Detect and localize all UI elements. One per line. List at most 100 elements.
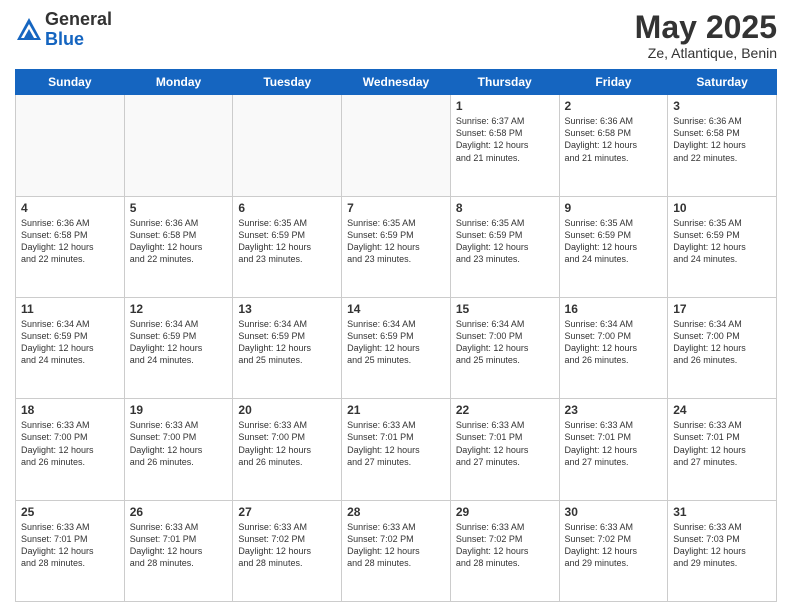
day-info: Sunrise: 6:33 AM Sunset: 7:02 PM Dayligh…	[456, 521, 554, 570]
day-number: 14	[347, 302, 445, 316]
day-number: 21	[347, 403, 445, 417]
calendar-cell	[342, 95, 451, 196]
day-number: 16	[565, 302, 663, 316]
day-number: 3	[673, 99, 771, 113]
day-number: 15	[456, 302, 554, 316]
calendar-cell: 20Sunrise: 6:33 AM Sunset: 7:00 PM Dayli…	[233, 399, 342, 500]
day-info: Sunrise: 6:33 AM Sunset: 7:00 PM Dayligh…	[238, 419, 336, 468]
day-number: 25	[21, 505, 119, 519]
day-number: 5	[130, 201, 228, 215]
day-info: Sunrise: 6:34 AM Sunset: 7:00 PM Dayligh…	[565, 318, 663, 367]
calendar-cell: 12 Sunrise: 6:34 AM Sunset: 6:59 PM Dayli…	[124, 297, 233, 398]
calendar-cell: 7Sunrise: 6:35 AM Sunset: 6:59 PM Daylig…	[342, 196, 451, 297]
day-info: Sunrise: 6:36 AM Sunset: 6:58 PM Dayligh…	[673, 115, 771, 164]
logo: General Blue	[15, 10, 112, 50]
day-info: Sunrise: 6:33 AM Sunset: 7:01 PM Dayligh…	[565, 419, 663, 468]
day-info: Sunrise: 6:34 AM Sunset: 6:59 PM Dayligh…	[347, 318, 445, 367]
calendar-header: SundayMondayTuesdayWednesdayThursdayFrid…	[16, 70, 777, 95]
header-row: SundayMondayTuesdayWednesdayThursdayFrid…	[16, 70, 777, 95]
day-number: 26	[130, 505, 228, 519]
day-info: Sunrise: 6:35 AM Sunset: 6:59 PM Dayligh…	[565, 217, 663, 266]
day-number: 27	[238, 505, 336, 519]
calendar-cell: 24 Sunrise: 6:33 AM Sunset: 7:01 PM Dayli…	[668, 399, 777, 500]
day-of-week-header: Tuesday	[233, 70, 342, 95]
page: General Blue May 2025 Ze, Atlantique, Be…	[0, 0, 792, 612]
day-of-week-header: Monday	[124, 70, 233, 95]
day-number: 8	[456, 201, 554, 215]
calendar-cell	[16, 95, 125, 196]
day-info: Sunrise: 6:34 AM Sunset: 7:00 PM Dayligh…	[673, 318, 771, 367]
day-of-week-header: Sunday	[16, 70, 125, 95]
day-info: Sunrise: 6:34 AM Sunset: 7:00 PM Dayligh…	[456, 318, 554, 367]
day-number: 11	[21, 302, 119, 316]
calendar-cell: 9 Sunrise: 6:35 AM Sunset: 6:59 PM Daylig…	[559, 196, 668, 297]
day-info: Sunrise: 6:36 AM Sunset: 6:58 PM Dayligh…	[130, 217, 228, 266]
calendar-cell: 26 Sunrise: 6:33 AM Sunset: 7:01 PM Dayli…	[124, 500, 233, 601]
day-info: Sunrise: 6:33 AM Sunset: 7:02 PM Dayligh…	[238, 521, 336, 570]
calendar-cell: 11Sunrise: 6:34 AM Sunset: 6:59 PM Dayli…	[16, 297, 125, 398]
day-number: 9	[565, 201, 663, 215]
day-info: Sunrise: 6:36 AM Sunset: 6:58 PM Dayligh…	[21, 217, 119, 266]
day-of-week-header: Thursday	[450, 70, 559, 95]
day-number: 13	[238, 302, 336, 316]
title-block: May 2025 Ze, Atlantique, Benin	[635, 10, 777, 61]
day-number: 10	[673, 201, 771, 215]
calendar-week-row: 25 Sunrise: 6:33 AM Sunset: 7:01 PM Dayli…	[16, 500, 777, 601]
day-number: 17	[673, 302, 771, 316]
day-number: 30	[565, 505, 663, 519]
logo-blue: Blue	[45, 29, 84, 49]
day-info: Sunrise: 6:37 AM Sunset: 6:58 PM Dayligh…	[456, 115, 554, 164]
calendar-cell: 5 Sunrise: 6:36 AM Sunset: 6:58 PM Daylig…	[124, 196, 233, 297]
calendar-cell: 13 Sunrise: 6:34 AM Sunset: 6:59 PM Dayli…	[233, 297, 342, 398]
day-info: Sunrise: 6:33 AM Sunset: 7:02 PM Dayligh…	[347, 521, 445, 570]
day-number: 6	[238, 201, 336, 215]
day-number: 31	[673, 505, 771, 519]
calendar-cell: 23 Sunrise: 6:33 AM Sunset: 7:01 PM Dayli…	[559, 399, 668, 500]
calendar-cell: 31Sunrise: 6:33 AM Sunset: 7:03 PM Dayli…	[668, 500, 777, 601]
day-info: Sunrise: 6:34 AM Sunset: 6:59 PM Dayligh…	[238, 318, 336, 367]
calendar-cell: 6Sunrise: 6:35 AM Sunset: 6:59 PM Daylig…	[233, 196, 342, 297]
day-info: Sunrise: 6:35 AM Sunset: 6:59 PM Dayligh…	[456, 217, 554, 266]
calendar-cell: 28 Sunrise: 6:33 AM Sunset: 7:02 PM Dayli…	[342, 500, 451, 601]
logo-general: General	[45, 9, 112, 29]
day-info: Sunrise: 6:33 AM Sunset: 7:01 PM Dayligh…	[673, 419, 771, 468]
calendar-cell: 3 Sunrise: 6:36 AM Sunset: 6:58 PM Daylig…	[668, 95, 777, 196]
calendar-cell: 17 Sunrise: 6:34 AM Sunset: 7:00 PM Dayli…	[668, 297, 777, 398]
calendar-week-row: 18Sunrise: 6:33 AM Sunset: 7:00 PM Dayli…	[16, 399, 777, 500]
day-info: Sunrise: 6:33 AM Sunset: 7:02 PM Dayligh…	[565, 521, 663, 570]
day-info: Sunrise: 6:33 AM Sunset: 7:00 PM Dayligh…	[21, 419, 119, 468]
calendar-cell	[124, 95, 233, 196]
day-number: 28	[347, 505, 445, 519]
day-number: 12	[130, 302, 228, 316]
calendar-cell	[233, 95, 342, 196]
calendar-cell: 21Sunrise: 6:33 AM Sunset: 7:01 PM Dayli…	[342, 399, 451, 500]
day-number: 24	[673, 403, 771, 417]
logo-icon	[15, 16, 43, 44]
month-title: May 2025	[635, 10, 777, 45]
day-number: 23	[565, 403, 663, 417]
calendar-cell: 8 Sunrise: 6:35 AM Sunset: 6:59 PM Daylig…	[450, 196, 559, 297]
location: Ze, Atlantique, Benin	[635, 45, 777, 61]
day-number: 7	[347, 201, 445, 215]
day-info: Sunrise: 6:33 AM Sunset: 7:00 PM Dayligh…	[130, 419, 228, 468]
day-of-week-header: Saturday	[668, 70, 777, 95]
day-info: Sunrise: 6:35 AM Sunset: 6:59 PM Dayligh…	[673, 217, 771, 266]
day-of-week-header: Wednesday	[342, 70, 451, 95]
calendar-cell: 2Sunrise: 6:36 AM Sunset: 6:58 PM Daylig…	[559, 95, 668, 196]
calendar-cell: 10 Sunrise: 6:35 AM Sunset: 6:59 PM Dayli…	[668, 196, 777, 297]
day-info: Sunrise: 6:33 AM Sunset: 7:01 PM Dayligh…	[130, 521, 228, 570]
calendar-cell: 14 Sunrise: 6:34 AM Sunset: 6:59 PM Dayli…	[342, 297, 451, 398]
day-number: 1	[456, 99, 554, 113]
calendar-cell: 29Sunrise: 6:33 AM Sunset: 7:02 PM Dayli…	[450, 500, 559, 601]
day-number: 22	[456, 403, 554, 417]
calendar-week-row: 4 Sunrise: 6:36 AM Sunset: 6:58 PM Daylig…	[16, 196, 777, 297]
calendar-cell: 22 Sunrise: 6:33 AM Sunset: 7:01 PM Dayli…	[450, 399, 559, 500]
day-info: Sunrise: 6:34 AM Sunset: 6:59 PM Dayligh…	[130, 318, 228, 367]
header: General Blue May 2025 Ze, Atlantique, Be…	[15, 10, 777, 61]
calendar-body: 1 Sunrise: 6:37 AM Sunset: 6:58 PM Daylig…	[16, 95, 777, 602]
day-number: 4	[21, 201, 119, 215]
calendar-week-row: 11 Sunrise: 6:34 AM Sunset: 6:59 PM Dayli…	[16, 297, 777, 398]
calendar-cell: 18Sunrise: 6:33 AM Sunset: 7:00 PM Dayli…	[16, 399, 125, 500]
calendar-cell: 4 Sunrise: 6:36 AM Sunset: 6:58 PM Daylig…	[16, 196, 125, 297]
day-info: Sunrise: 6:33 AM Sunset: 7:01 PM Dayligh…	[456, 419, 554, 468]
